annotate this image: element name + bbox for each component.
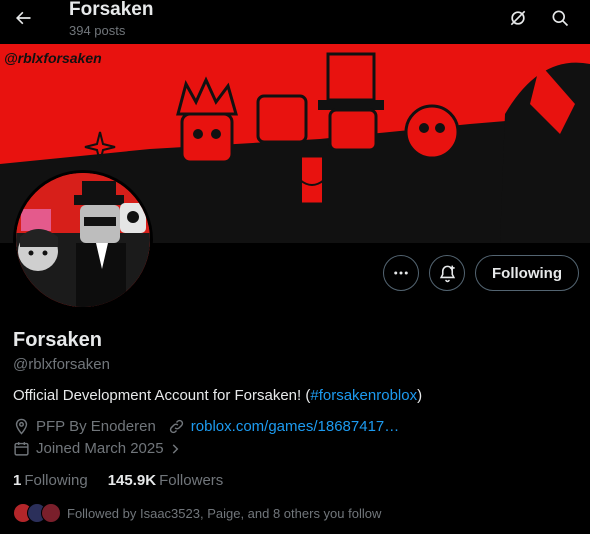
- followers-stat[interactable]: 145.9K Followers: [108, 472, 224, 489]
- location-pin-icon: [15, 418, 28, 435]
- following-button[interactable]: Following: [475, 255, 579, 291]
- avatar-ring: [13, 170, 153, 310]
- profile-handle: @rblxforsaken: [13, 356, 110, 373]
- bio-text-end: ): [417, 387, 423, 404]
- followers-count: 145.9K: [107, 472, 157, 489]
- calendar-icon: [14, 442, 29, 456]
- followed-by[interactable]: Followed by Isaac3523, Paige, and 8 othe…: [13, 503, 381, 523]
- arrow-left-icon: [16, 11, 31, 25]
- more-button[interactable]: [383, 255, 420, 291]
- mutual-avatar: [41, 503, 61, 523]
- joined-row: Joined March 2025: [13, 440, 200, 457]
- link-icon: [169, 419, 183, 434]
- pfp-credit-text: PFP By Enoderen: [36, 418, 156, 435]
- banner-watermark: @rblxforsaken: [4, 50, 102, 66]
- bio-text: Official Development Account for Forsake…: [13, 387, 311, 404]
- chevron-right-icon[interactable]: [168, 442, 182, 456]
- mutual-avatars: [13, 503, 61, 523]
- header-title: Forsaken: [69, 0, 154, 20]
- following-stat[interactable]: 1 Following: [13, 472, 88, 489]
- joined-text: Joined March 2025: [36, 440, 164, 457]
- profile-name: Forsaken: [13, 329, 102, 351]
- avatar[interactable]: [16, 173, 150, 307]
- search-button[interactable]: [545, 3, 575, 33]
- header-title-block: Forsaken 394 posts: [69, 0, 153, 39]
- bio-hashtag-link[interactable]: #forsakenroblox: [310, 387, 417, 404]
- profile-actions: Following: [383, 255, 579, 291]
- website: roblox.com/games/18687417…: [168, 418, 399, 435]
- top-bar: Forsaken 394 posts: [0, 0, 590, 44]
- avatar-artwork: [16, 173, 150, 307]
- more-horizontal-icon: [394, 271, 408, 275]
- grok-button[interactable]: [503, 3, 533, 33]
- following-stat-label: Following: [24, 472, 88, 489]
- back-button[interactable]: [8, 3, 38, 33]
- post-count: 394 posts: [69, 23, 126, 38]
- bell-plus-icon: [439, 265, 455, 282]
- joined-date: Joined March 2025: [13, 440, 188, 457]
- followed-by-text: Followed by Isaac3523, Paige, and 8 othe…: [67, 505, 382, 521]
- profile-meta-row: PFP By Enoderen roblox.com/games/1868741…: [13, 418, 411, 435]
- notifications-button[interactable]: [429, 255, 466, 291]
- pfp-credit: PFP By Enoderen: [13, 418, 156, 435]
- followers-stat-label: Followers: [159, 472, 224, 489]
- grok-icon: [510, 10, 526, 26]
- search-icon: [552, 10, 569, 27]
- profile-bio: Official Development Account for Forsake…: [13, 387, 422, 404]
- following-count: 1: [13, 472, 22, 489]
- website-link[interactable]: roblox.com/games/18687417…: [191, 418, 399, 435]
- follow-stats: 1 Following 145.9K Followers: [13, 472, 243, 489]
